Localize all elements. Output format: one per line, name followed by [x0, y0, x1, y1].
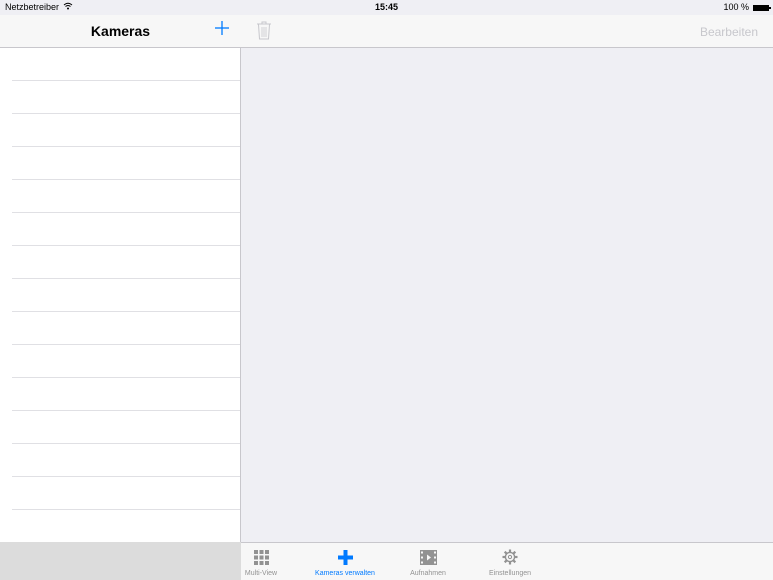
list-item[interactable]	[12, 378, 240, 411]
page-title: Kameras	[90, 23, 151, 39]
list-item[interactable]	[12, 312, 240, 345]
list-item[interactable]	[12, 279, 240, 312]
tab-label: Einstellungen	[488, 570, 532, 577]
trash-icon	[257, 21, 271, 40]
battery-group: 100 %	[723, 0, 771, 15]
detail-content	[242, 48, 773, 542]
list-item[interactable]	[12, 213, 240, 246]
add-camera-button[interactable]	[213, 19, 231, 37]
tab-label: Multi-View	[244, 570, 278, 577]
gear-icon	[502, 549, 518, 565]
list-item[interactable]	[12, 114, 240, 147]
tab-kameras-verwalten[interactable]: Kameras verwalten	[315, 543, 375, 580]
list-item[interactable]	[12, 180, 240, 213]
grid-icon	[253, 549, 269, 565]
status-bar: Netzbetreiber 15:45 100 %	[0, 0, 773, 15]
film-icon	[419, 549, 437, 565]
plus-icon	[215, 21, 229, 35]
edit-button[interactable]: Bearbeiten	[700, 25, 758, 39]
tab-label: Aufnahmen	[410, 570, 446, 577]
tab-multi-view[interactable]: Multi-View	[243, 543, 279, 580]
battery-percent: 100 %	[723, 2, 749, 12]
detail-nav-bar: Bearbeiten	[241, 15, 773, 48]
list-item[interactable]	[12, 48, 240, 81]
delete-button[interactable]	[256, 20, 272, 40]
list-item[interactable]	[12, 477, 240, 510]
tab-aufnahmen[interactable]: Aufnahmen	[407, 543, 449, 580]
list-item[interactable]	[12, 345, 240, 378]
tab-bar: Multi-View Kameras verwalten Aufnahmen E…	[241, 542, 773, 580]
list-item[interactable]	[12, 411, 240, 444]
list-item[interactable]	[12, 510, 240, 543]
status-time: 15:45	[374, 2, 399, 12]
plus-icon	[337, 549, 353, 565]
list-item[interactable]	[12, 444, 240, 477]
list-item[interactable]	[12, 246, 240, 279]
master-nav-bar: Kameras	[0, 15, 241, 48]
tab-bar-left-area	[0, 542, 241, 580]
list-item[interactable]	[12, 81, 240, 114]
battery-icon	[753, 4, 771, 11]
tab-einstellungen[interactable]: Einstellungen	[484, 543, 536, 580]
list-item[interactable]	[12, 147, 240, 180]
camera-list[interactable]	[0, 48, 241, 543]
tab-label: Kameras verwalten	[315, 570, 375, 577]
